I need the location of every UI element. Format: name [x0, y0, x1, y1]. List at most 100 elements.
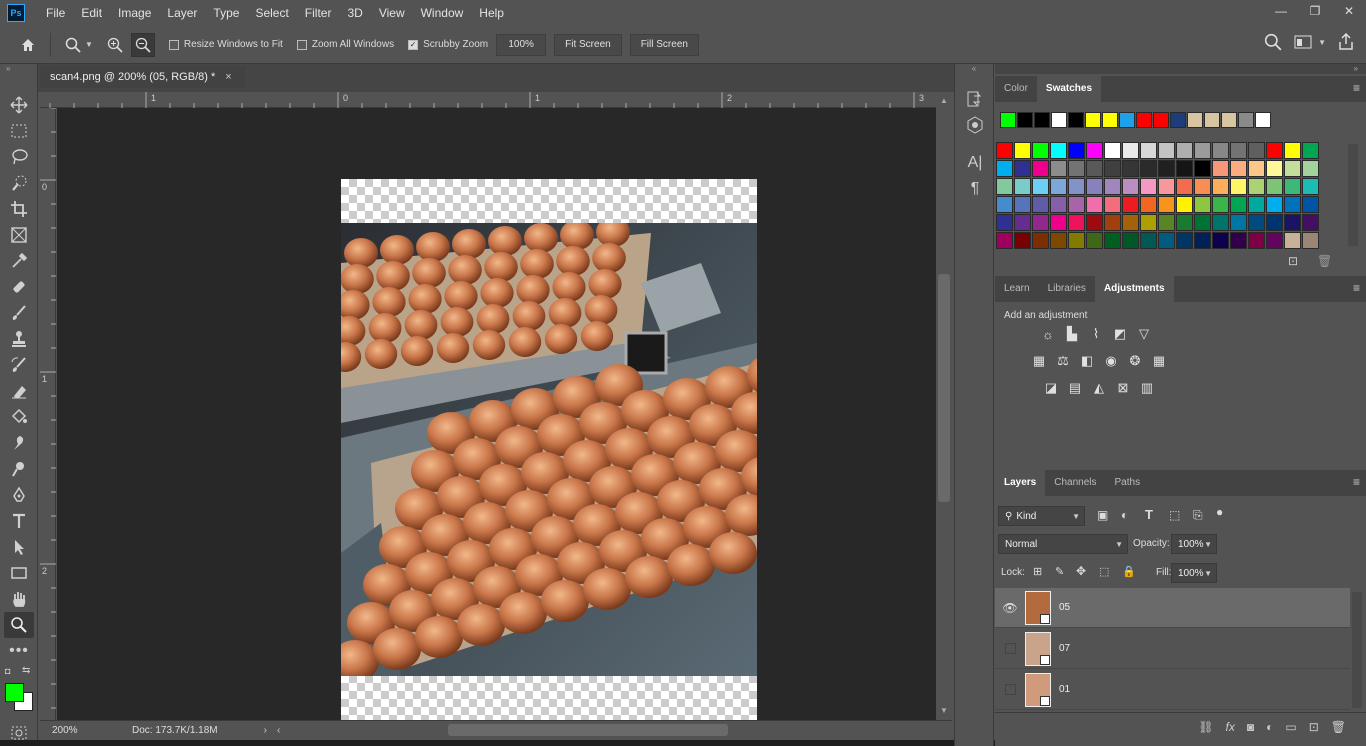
default-colors-icon[interactable]: ◘: [5, 666, 10, 676]
swatch[interactable]: [1068, 160, 1085, 177]
swatch[interactable]: [996, 196, 1013, 213]
brightness-contrast-icon[interactable]: ☼: [1039, 325, 1057, 343]
swatch[interactable]: [1212, 142, 1229, 159]
eraser-tool-icon[interactable]: [0, 378, 38, 404]
lasso-tool-icon[interactable]: [0, 144, 38, 170]
swatch[interactable]: [1014, 196, 1031, 213]
swatch[interactable]: [1068, 232, 1085, 249]
swatch[interactable]: [1158, 214, 1175, 231]
swatch[interactable]: [1248, 232, 1265, 249]
zoom-all-windows-checkbox[interactable]: Zoom All Windows: [296, 39, 394, 50]
swatch[interactable]: [1284, 196, 1301, 213]
menu-filter[interactable]: Filter: [297, 0, 340, 26]
swatch[interactable]: [1014, 232, 1031, 249]
swatch[interactable]: [1014, 214, 1031, 231]
swatch[interactable]: [1122, 160, 1139, 177]
swatch[interactable]: [1104, 160, 1121, 177]
3d-icon[interactable]: [955, 112, 995, 138]
swatch[interactable]: [1086, 178, 1103, 195]
more-tools-icon[interactable]: •••: [0, 638, 38, 664]
swatch[interactable]: [1194, 142, 1211, 159]
swatch[interactable]: [1284, 142, 1301, 159]
swatch[interactable]: [996, 232, 1013, 249]
menu-file[interactable]: File: [38, 0, 73, 26]
recent-swatch[interactable]: [1153, 112, 1169, 128]
posterize-icon[interactable]: ▤: [1066, 379, 1084, 397]
levels-icon[interactable]: ▙: [1063, 325, 1081, 343]
swatch[interactable]: [996, 178, 1013, 195]
smudge-tool-icon[interactable]: [0, 430, 38, 456]
tab-channels[interactable]: Channels: [1045, 470, 1105, 496]
vertical-ruler[interactable]: 0 1 2: [40, 108, 56, 720]
eyedropper-tool-icon[interactable]: [0, 248, 38, 274]
swatch[interactable]: [1194, 178, 1211, 195]
zoom-in-icon[interactable]: [103, 33, 127, 57]
swatch[interactable]: [1104, 196, 1121, 213]
new-adjustment-icon[interactable]: ◐: [1266, 720, 1273, 734]
vibrance-icon[interactable]: ▽: [1135, 325, 1153, 343]
hand-tool-icon[interactable]: [0, 586, 38, 612]
paint-bucket-tool-icon[interactable]: [0, 404, 38, 430]
menu-window[interactable]: Window: [413, 0, 472, 26]
healing-brush-tool-icon[interactable]: [0, 274, 38, 300]
home-icon[interactable]: [16, 33, 40, 57]
swatch[interactable]: [1158, 178, 1175, 195]
menu-image[interactable]: Image: [110, 0, 159, 26]
recent-swatch[interactable]: [1068, 112, 1084, 128]
new-layer-icon[interactable]: ⊡: [1309, 720, 1319, 734]
collapse-icon[interactable]: «: [955, 64, 993, 74]
swatch[interactable]: [1068, 142, 1085, 159]
swatch[interactable]: [1248, 160, 1265, 177]
recent-swatch[interactable]: [1255, 112, 1271, 128]
adjustment-filter-icon[interactable]: ◐: [1121, 508, 1128, 522]
horizontal-scroll-thumb[interactable]: [448, 724, 728, 736]
type-tool-icon[interactable]: [0, 508, 38, 534]
swatch[interactable]: [1212, 160, 1229, 177]
tab-learn[interactable]: Learn: [995, 276, 1039, 302]
fill-screen-button[interactable]: Fill Screen: [629, 33, 699, 56]
swatch[interactable]: [1104, 178, 1121, 195]
swatch[interactable]: [1086, 232, 1103, 249]
swatch[interactable]: [1284, 232, 1301, 249]
swatch[interactable]: [1032, 232, 1049, 249]
recent-swatch[interactable]: [1017, 112, 1033, 128]
opacity-field[interactable]: 100% ▼: [1171, 534, 1217, 554]
menu-view[interactable]: View: [371, 0, 413, 26]
swatch[interactable]: [1230, 142, 1247, 159]
swatch[interactable]: [1212, 232, 1229, 249]
scroll-thumb[interactable]: [938, 274, 950, 502]
swatch[interactable]: [1194, 196, 1211, 213]
swatch[interactable]: [1122, 214, 1139, 231]
move-tool-icon[interactable]: [0, 92, 38, 118]
swatch[interactable]: [1032, 178, 1049, 195]
tab-layers[interactable]: Layers: [995, 470, 1046, 496]
resize-windows-checkbox[interactable]: Resize Windows to Fit: [168, 39, 283, 50]
swatch[interactable]: [1158, 142, 1175, 159]
swatch[interactable]: [1122, 196, 1139, 213]
smart-object-filter-icon[interactable]: ⎘: [1193, 508, 1203, 523]
swatch[interactable]: [1230, 196, 1247, 213]
workspace-icon[interactable]: [1294, 34, 1314, 53]
swatch[interactable]: [1122, 232, 1139, 249]
swatch[interactable]: [1266, 196, 1283, 213]
close-button[interactable]: ✕: [1332, 0, 1366, 22]
lock-all-icon[interactable]: 🔒: [1122, 565, 1136, 578]
swatch[interactable]: [1212, 196, 1229, 213]
swatch[interactable]: [1068, 214, 1085, 231]
add-mask-icon[interactable]: ◙: [1247, 720, 1254, 734]
menu-edit[interactable]: Edit: [73, 0, 110, 26]
tab-paths[interactable]: Paths: [1106, 470, 1150, 496]
history-icon[interactable]: [955, 86, 995, 112]
brush-tool-icon[interactable]: [0, 300, 38, 326]
swatch[interactable]: [1050, 178, 1067, 195]
layer-scrollbar[interactable]: [1352, 592, 1362, 708]
swatch[interactable]: [1050, 142, 1067, 159]
selective-color-icon[interactable]: ⊠: [1114, 379, 1132, 397]
swatch[interactable]: [1014, 142, 1031, 159]
minimize-button[interactable]: —: [1264, 0, 1298, 22]
swatch[interactable]: [996, 142, 1013, 159]
restore-button[interactable]: ❐: [1298, 0, 1332, 22]
color-lookup-icon[interactable]: ▦: [1150, 352, 1168, 370]
swatch[interactable]: [1050, 160, 1067, 177]
recent-swatch[interactable]: [1170, 112, 1186, 128]
